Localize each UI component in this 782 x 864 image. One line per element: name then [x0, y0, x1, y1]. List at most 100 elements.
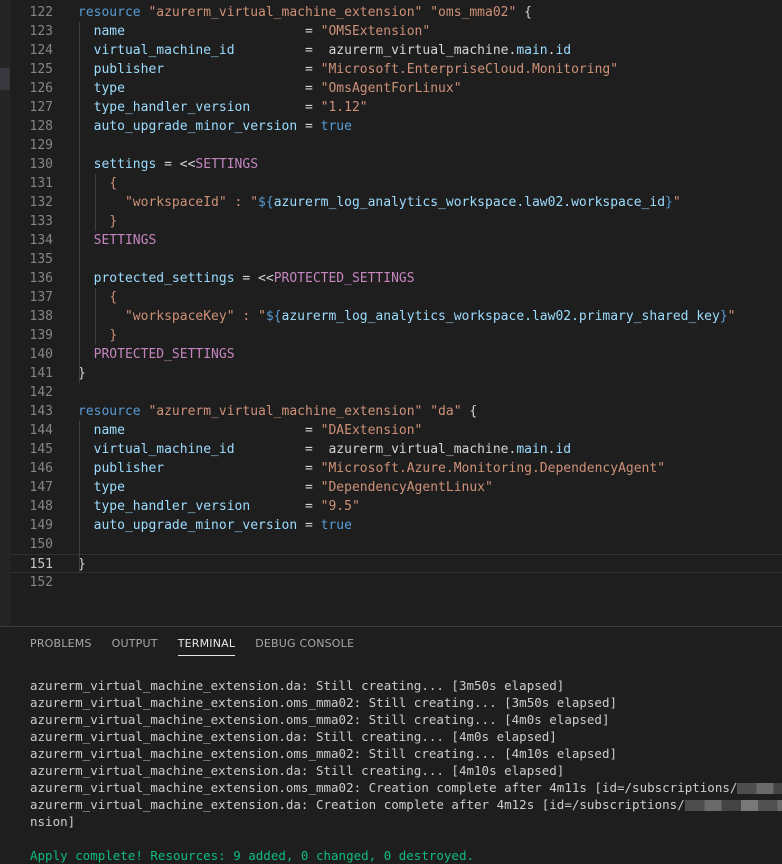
code-text: protected_settings = <<PROTECTED_SETTING…	[78, 269, 415, 288]
code-token: =	[250, 499, 321, 514]
code-token: "Microsoft.Azure.Monitoring.DependencyAg…	[320, 461, 666, 476]
code-line[interactable]: 132 "workspaceId" : "${azurerm_log_analy…	[10, 193, 782, 212]
code-line[interactable]: 151}	[10, 554, 782, 573]
code-line[interactable]: 145 virtual_machine_id = azurerm_virtual…	[10, 440, 782, 459]
line-number: 148	[29, 499, 53, 514]
activity-bar-selection[interactable]	[0, 68, 10, 90]
terminal-text: azurerm_virtual_machine_extension.oms_mm…	[30, 780, 738, 795]
panel-tabs: PROBLEMS OUTPUT TERMINAL DEBUG CONSOLE	[20, 627, 364, 661]
code-line[interactable]: 144 name = "DAExtension"	[10, 421, 782, 440]
code-text: resource "azurerm_virtual_machine_extens…	[78, 3, 532, 22]
code-line[interactable]: 140 PROTECTED_SETTINGS	[10, 345, 782, 364]
code-token: true	[320, 518, 352, 533]
tab-problems[interactable]: PROBLEMS	[20, 627, 102, 661]
code-token: {	[461, 404, 478, 419]
code-token: protected_settings	[93, 271, 235, 286]
code-line[interactable]: 152	[10, 573, 782, 592]
code-line[interactable]: 127 type_handler_version = "1.12"	[10, 98, 782, 117]
line-number: 136	[29, 271, 53, 286]
code-token: = <<	[156, 157, 196, 172]
line-number: 142	[29, 385, 53, 400]
code-text: type_handler_version = "9.5"	[78, 497, 360, 516]
code-text: PROTECTED_SETTINGS	[78, 345, 235, 364]
code-token: }	[109, 214, 118, 229]
code-token: publisher	[93, 62, 165, 77]
code-token: =	[124, 423, 321, 438]
code-token: "da"	[430, 404, 462, 419]
code-line[interactable]: 150	[10, 535, 782, 554]
code-token: "OmsAgentForLinux"	[320, 81, 462, 96]
terminal-output[interactable]: azurerm_virtual_machine_extension.da: St…	[30, 677, 782, 864]
code-line[interactable]: 129	[10, 136, 782, 155]
code-token: name	[93, 423, 125, 438]
code-line[interactable]: 141}	[10, 364, 782, 383]
code-line[interactable]: 149 auto_upgrade_minor_version = true	[10, 516, 782, 535]
code-token: "azurerm_virtual_machine_extension"	[148, 404, 423, 419]
code-line[interactable]: 142	[10, 383, 782, 402]
code-line[interactable]: 146 publisher = "Microsoft.Azure.Monitor…	[10, 459, 782, 478]
line-number: 143	[29, 404, 53, 419]
code-text: settings = <<SETTINGS	[78, 155, 258, 174]
code-line[interactable]: 125 publisher = "Microsoft.EnterpriseClo…	[10, 60, 782, 79]
code-token: {	[516, 5, 532, 20]
terminal-text: azurerm_virtual_machine_extension.oms_mm…	[30, 695, 617, 710]
terminal-text: azurerm_virtual_machine_extension.da: St…	[30, 729, 557, 744]
line-number: 138	[29, 309, 53, 324]
code-line[interactable]: 148 type_handler_version = "9.5"	[10, 497, 782, 516]
code-line[interactable]: 137 {	[10, 288, 782, 307]
code-line[interactable]: 134 SETTINGS	[10, 231, 782, 250]
code-token: }	[109, 328, 118, 343]
code-line[interactable]: 135	[10, 250, 782, 269]
code-token: }	[665, 195, 673, 210]
line-number: 140	[29, 347, 53, 362]
code-token: type_handler_version	[93, 499, 251, 514]
code-line[interactable]: 136 protected_settings = <<PROTECTED_SET…	[10, 269, 782, 288]
terminal-line: azurerm_virtual_machine_extension.oms_mm…	[30, 779, 782, 796]
code-token: =	[250, 100, 321, 115]
code-line[interactable]: 143 resource "azurerm_virtual_machine_ext…	[10, 402, 782, 421]
tab-debug-console[interactable]: DEBUG CONSOLE	[245, 627, 364, 661]
code-line[interactable]: 123 name = "OMSExtension"	[10, 22, 782, 41]
terminal-line: azurerm_virtual_machine_extension.da: St…	[30, 728, 782, 745]
code-text: {	[78, 174, 117, 193]
code-token: "oms_mma02"	[430, 5, 517, 20]
code-text: publisher = "Microsoft.Azure.Monitoring.…	[78, 459, 665, 478]
redacted-subscription-id	[737, 783, 782, 794]
terminal-line: Apply complete! Resources: 9 added, 0 ch…	[30, 847, 782, 864]
code-token: SETTINGS	[93, 233, 157, 248]
tab-terminal[interactable]: TERMINAL	[168, 627, 246, 661]
terminal-line: azurerm_virtual_machine_extension.oms_mm…	[30, 745, 782, 762]
code-token: settings	[93, 157, 157, 172]
code-line[interactable]: 147 type = "DependencyAgentLinux"	[10, 478, 782, 497]
terminal-text: azurerm_virtual_machine_extension.da: St…	[30, 678, 565, 693]
code-token: type	[93, 480, 125, 495]
code-token: azurerm_log_analytics_workspace.law02.wo…	[273, 195, 666, 210]
line-number: 144	[29, 423, 53, 438]
code-token: SETTINGS	[195, 157, 259, 172]
code-editor[interactable]: 122 resource "azurerm_virtual_machine_ext…	[0, 0, 782, 626]
indent-guide	[95, 174, 96, 231]
terminal-line: azurerm_virtual_machine_extension.oms_mm…	[30, 711, 782, 728]
bottom-panel: PROBLEMS OUTPUT TERMINAL DEBUG CONSOLE a…	[0, 626, 782, 864]
code-line[interactable]: 130 settings = <<SETTINGS	[10, 155, 782, 174]
code-line[interactable]: 138 "workspaceKey" : "${azurerm_log_anal…	[10, 307, 782, 326]
redacted-subscription-id	[684, 800, 782, 811]
code-line[interactable]: 128 auto_upgrade_minor_version = true	[10, 117, 782, 136]
code-token: azurerm_log_analytics_workspace.law02.pr…	[281, 309, 720, 324]
code-line[interactable]: 139 }	[10, 326, 782, 345]
line-number: 122	[29, 5, 53, 20]
tab-output[interactable]: OUTPUT	[102, 627, 168, 661]
code-line[interactable]: 131 {	[10, 174, 782, 193]
code-token: "workspaceKey" : "	[124, 309, 266, 324]
code-line[interactable]: 124 virtual_machine_id = azurerm_virtual…	[10, 41, 782, 60]
code-token: "DependencyAgentLinux"	[320, 480, 493, 495]
code-line[interactable]: 126 type = "OmsAgentForLinux"	[10, 79, 782, 98]
code-line[interactable]: 133 }	[10, 212, 782, 231]
code-line[interactable]: 122 resource "azurerm_virtual_machine_ext…	[10, 3, 782, 22]
